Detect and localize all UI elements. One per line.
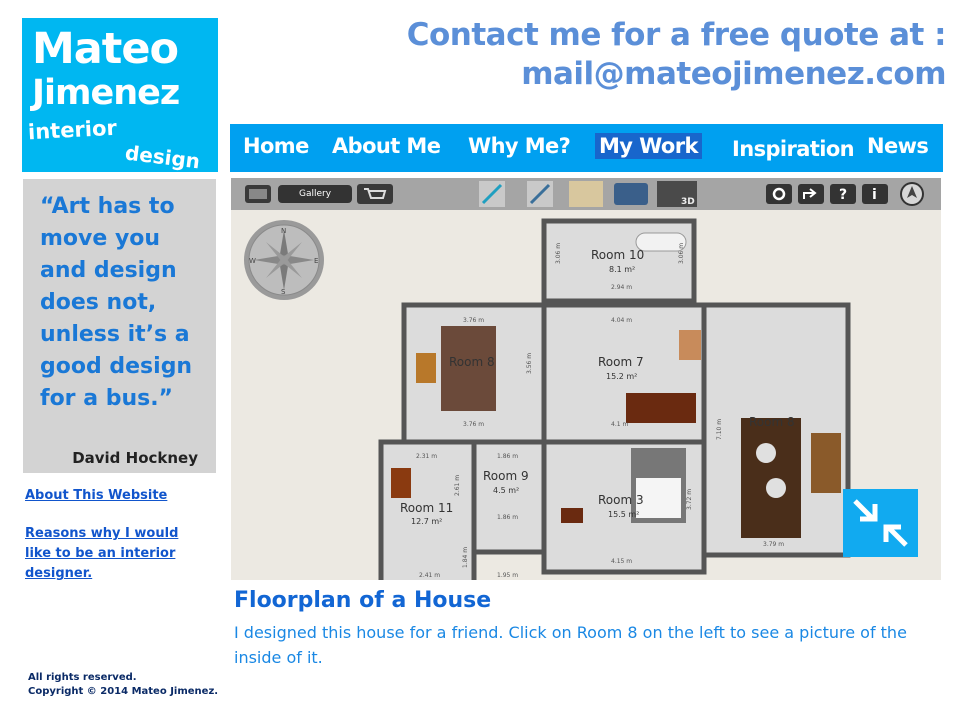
dimension: 2.94 m bbox=[611, 284, 632, 291]
room-label[interactable]: Room 9 bbox=[483, 469, 529, 483]
dimension: 3.76 m bbox=[463, 421, 484, 428]
nav-why-me[interactable]: Why Me? bbox=[464, 133, 574, 159]
nav-home[interactable]: Home bbox=[239, 133, 313, 159]
fullscreen-exit-icon bbox=[853, 499, 908, 547]
dimension: 2.31 m bbox=[416, 453, 437, 460]
compass-n: N bbox=[281, 227, 286, 235]
help-icon[interactable]: ? bbox=[830, 184, 856, 204]
share-icon[interactable] bbox=[798, 184, 824, 204]
pencil-icon[interactable] bbox=[527, 181, 553, 207]
compass-w: W bbox=[249, 257, 256, 265]
dimension: 1.86 m bbox=[497, 453, 518, 460]
room-area: 4.5 m² bbox=[493, 486, 519, 495]
compass-e: E bbox=[314, 257, 318, 265]
dimension: 3.79 m bbox=[763, 541, 784, 548]
rights-text: All rights reserved. bbox=[28, 672, 137, 683]
caption-title: Floorplan of a House bbox=[234, 588, 492, 613]
dimension: 3.06 m bbox=[555, 243, 562, 264]
dimension: 2.61 m bbox=[454, 475, 461, 496]
dimension: 1.84 m bbox=[462, 547, 469, 568]
about-website-link[interactable]: About This Website bbox=[25, 486, 167, 506]
info-glyph: i bbox=[872, 187, 877, 203]
room-label[interactable]: Room 3 bbox=[598, 493, 644, 507]
door-icon[interactable] bbox=[569, 181, 603, 207]
dimension: 3.06 m bbox=[678, 243, 685, 264]
logo-last-name: Jimenez bbox=[32, 73, 180, 113]
help-glyph: ? bbox=[839, 187, 847, 203]
contact-header: Contact me for a free quote at : mail@ma… bbox=[406, 16, 947, 94]
cart-icon[interactable] bbox=[357, 184, 393, 204]
dimension: 4.15 m bbox=[611, 558, 632, 565]
floorplan-canvas: 3D ? i N S E W Room 10 8.1 m² Room 8 Roo… bbox=[231, 178, 941, 580]
copyright: All rights reserved. Copyright © 2014 Ma… bbox=[28, 671, 218, 699]
fullscreen-exit-button[interactable] bbox=[843, 489, 918, 557]
logo-first-name: Mateo bbox=[32, 24, 179, 74]
room-label[interactable]: Room 8 bbox=[749, 415, 795, 429]
logo-design: design bbox=[123, 140, 202, 174]
contact-line: Contact me for a free quote at : bbox=[406, 17, 947, 53]
3d-view-icon[interactable]: 3D bbox=[657, 181, 697, 207]
settings-icon[interactable] bbox=[766, 184, 792, 204]
room-label[interactable]: Room 8 bbox=[449, 355, 495, 369]
dimension: 7.10 m bbox=[716, 419, 723, 440]
nav-about-me[interactable]: About Me bbox=[328, 133, 444, 159]
room-area: 15.2 m² bbox=[606, 372, 637, 381]
info-icon[interactable]: i bbox=[862, 184, 888, 204]
compass-rose[interactable]: N S E W bbox=[244, 220, 324, 300]
room-label[interactable]: Room 10 bbox=[591, 248, 644, 262]
dimension: 3.56 m bbox=[526, 353, 533, 374]
quote-text: “Art has to move you and design does not… bbox=[40, 194, 193, 411]
nav-my-work[interactable]: My Work bbox=[595, 133, 702, 159]
nav-news[interactable]: News bbox=[863, 133, 932, 159]
room-area: 8.1 m² bbox=[609, 265, 635, 274]
compass-s: S bbox=[281, 288, 286, 296]
dimension: 2.41 m bbox=[419, 572, 440, 579]
dimension: 1.95 m bbox=[497, 572, 518, 579]
quote-author: David Hockney bbox=[72, 449, 198, 467]
measure-icon[interactable] bbox=[479, 181, 505, 207]
dimension: 4.04 m bbox=[611, 317, 632, 324]
gallery-button[interactable]: Gallery bbox=[278, 185, 352, 203]
floorplan-viewer[interactable]: 3D ? i N S E W Room 10 8.1 m² Room 8 Roo… bbox=[231, 178, 941, 580]
room-area: 15.5 m² bbox=[608, 510, 639, 519]
contact-email[interactable]: mail@mateojimenez.com bbox=[407, 55, 946, 94]
sofa-icon[interactable] bbox=[614, 183, 648, 205]
nav-inspiration[interactable]: Inspiration bbox=[728, 136, 858, 162]
dimension: 3.76 m bbox=[463, 317, 484, 324]
copyright-text: Copyright © 2014 Mateo Jimenez. bbox=[28, 686, 219, 697]
room-label[interactable]: Room 7 bbox=[598, 355, 644, 369]
dimension: 1.86 m bbox=[497, 514, 518, 521]
room-label[interactable]: Room 11 bbox=[400, 501, 453, 515]
dimension: 3.72 m bbox=[686, 489, 693, 510]
caption-text: I designed this house for a friend. Clic… bbox=[234, 623, 907, 667]
logo-interior: interior bbox=[27, 115, 118, 145]
compass-arrow-icon[interactable] bbox=[900, 182, 924, 206]
logo[interactable]: Mateo Jimenez interior design bbox=[22, 18, 218, 174]
room-area: 12.7 m² bbox=[411, 517, 442, 526]
3d-badge: 3D bbox=[681, 197, 695, 207]
quote-box: “Art has to move you and design does not… bbox=[23, 179, 216, 473]
dimension: 4.1 m bbox=[611, 421, 628, 428]
main-nav: Home About Me Why Me? My Work Inspiratio… bbox=[230, 124, 943, 172]
reasons-link[interactable]: Reasons why I would like to be an interi… bbox=[25, 524, 205, 584]
